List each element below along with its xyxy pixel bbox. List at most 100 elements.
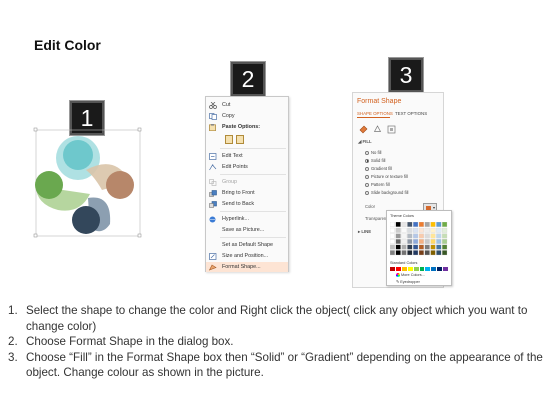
theme-color-swatch[interactable] bbox=[442, 233, 448, 239]
theme-color-swatch[interactable] bbox=[401, 233, 407, 239]
theme-color-swatch[interactable] bbox=[442, 244, 448, 250]
navy-circle-shape[interactable] bbox=[72, 206, 100, 234]
standard-color-swatch[interactable] bbox=[413, 267, 419, 271]
theme-color-swatch[interactable] bbox=[442, 239, 448, 244]
effects-icon[interactable] bbox=[373, 121, 382, 132]
line-section-header[interactable]: ▸ LINE bbox=[358, 229, 371, 235]
theme-color-swatch[interactable] bbox=[390, 233, 395, 239]
theme-color-swatch[interactable] bbox=[413, 222, 419, 227]
radio-button[interactable] bbox=[365, 150, 369, 155]
theme-color-swatch[interactable] bbox=[418, 239, 424, 244]
fill-option-pattern[interactable]: Pattern fill bbox=[365, 182, 390, 187]
theme-color-swatch[interactable] bbox=[390, 239, 395, 244]
theme-color-swatch[interactable] bbox=[424, 244, 430, 250]
theme-color-swatch[interactable] bbox=[401, 250, 407, 256]
menu-item-size-position[interactable]: Size and Position... bbox=[206, 251, 288, 261]
theme-color-swatch[interactable] bbox=[430, 239, 436, 244]
resize-handle[interactable] bbox=[33, 127, 38, 132]
resize-handle[interactable] bbox=[137, 233, 142, 238]
theme-color-swatch[interactable] bbox=[418, 222, 424, 227]
theme-color-swatch[interactable] bbox=[401, 239, 407, 244]
theme-color-swatch[interactable] bbox=[418, 227, 424, 233]
theme-color-swatch[interactable] bbox=[430, 222, 436, 227]
menu-item-format-shape[interactable]: Format Shape... bbox=[206, 262, 288, 272]
standard-color-swatch[interactable] bbox=[419, 267, 425, 271]
radio-button[interactable] bbox=[365, 190, 369, 195]
theme-color-swatch[interactable] bbox=[395, 239, 401, 244]
fill-option-solid[interactable]: Solid fill bbox=[365, 158, 385, 163]
theme-color-swatch[interactable] bbox=[395, 244, 401, 250]
paste-keep-formatting-icon[interactable] bbox=[225, 135, 233, 144]
theme-color-swatch[interactable] bbox=[418, 244, 424, 250]
size-properties-icon[interactable] bbox=[387, 121, 396, 134]
theme-color-swatch[interactable] bbox=[413, 244, 419, 250]
standard-color-swatch[interactable] bbox=[390, 267, 395, 271]
theme-color-swatch[interactable] bbox=[436, 222, 442, 227]
fill-option-picture[interactable]: Picture or texture fill bbox=[365, 174, 408, 179]
menu-item-hyperlink[interactable]: Hyperlink... bbox=[206, 214, 288, 224]
theme-color-swatch[interactable] bbox=[424, 250, 430, 256]
theme-color-swatch[interactable] bbox=[395, 222, 401, 227]
fill-option-no-fill[interactable]: No fill bbox=[365, 150, 381, 155]
fill-option-slide-background[interactable]: Slide background fill bbox=[365, 190, 408, 195]
menu-item-cut[interactable]: Cut bbox=[206, 100, 288, 110]
resize-handle[interactable] bbox=[33, 233, 38, 238]
theme-color-swatch[interactable] bbox=[390, 244, 395, 250]
theme-color-swatch[interactable] bbox=[407, 239, 413, 244]
standard-color-swatch[interactable] bbox=[425, 267, 431, 271]
menu-item-send-to-back[interactable]: Send to Back bbox=[206, 199, 288, 209]
resize-handle[interactable] bbox=[137, 127, 142, 132]
theme-color-swatch[interactable] bbox=[407, 227, 413, 233]
theme-color-swatch[interactable] bbox=[442, 250, 448, 256]
radio-button-selected[interactable] bbox=[365, 158, 369, 163]
theme-color-swatch[interactable] bbox=[390, 222, 395, 227]
theme-color-swatch[interactable] bbox=[395, 233, 401, 239]
shapes-canvas[interactable] bbox=[32, 124, 144, 244]
theme-color-swatch[interactable] bbox=[430, 250, 436, 256]
teal-circle-shape[interactable] bbox=[63, 140, 93, 170]
standard-color-swatch[interactable] bbox=[431, 267, 437, 271]
paste-picture-icon[interactable] bbox=[236, 135, 244, 144]
theme-color-swatch[interactable] bbox=[424, 233, 430, 239]
theme-color-swatch[interactable] bbox=[413, 227, 419, 233]
theme-color-swatch[interactable] bbox=[424, 239, 430, 244]
tab-shape-options[interactable]: SHAPE OPTIONS bbox=[357, 111, 393, 116]
theme-color-swatch[interactable] bbox=[436, 244, 442, 250]
theme-color-swatch[interactable] bbox=[413, 233, 419, 239]
theme-color-grid[interactable] bbox=[390, 222, 448, 256]
theme-color-swatch[interactable] bbox=[424, 222, 430, 227]
radio-button[interactable] bbox=[365, 174, 369, 179]
menu-item-set-default-shape[interactable]: Set as Default Shape bbox=[206, 240, 288, 250]
theme-color-swatch[interactable] bbox=[436, 227, 442, 233]
radio-button[interactable] bbox=[365, 166, 369, 171]
standard-color-swatch[interactable] bbox=[395, 267, 401, 271]
theme-color-swatch[interactable] bbox=[407, 250, 413, 256]
theme-color-swatch[interactable] bbox=[413, 250, 419, 256]
standard-color-swatch[interactable] bbox=[407, 267, 413, 271]
theme-color-swatch[interactable] bbox=[401, 244, 407, 250]
green-circle-shape[interactable] bbox=[35, 171, 63, 199]
theme-color-swatch[interactable] bbox=[407, 233, 413, 239]
theme-color-swatch[interactable] bbox=[395, 227, 401, 233]
theme-color-swatch[interactable] bbox=[401, 222, 407, 227]
fill-line-icon[interactable] bbox=[359, 121, 368, 134]
theme-color-swatch[interactable] bbox=[442, 222, 448, 227]
theme-color-swatch[interactable] bbox=[407, 244, 413, 250]
radio-button[interactable] bbox=[365, 182, 369, 187]
theme-color-swatch[interactable] bbox=[442, 227, 448, 233]
shapes-group[interactable] bbox=[32, 124, 144, 244]
more-colors-link[interactable]: More Colors... bbox=[396, 273, 425, 277]
theme-color-swatch[interactable] bbox=[407, 222, 413, 227]
eyedropper-link[interactable]: ✎ Eyedropper bbox=[396, 279, 420, 284]
theme-color-swatch[interactable] bbox=[401, 227, 407, 233]
theme-color-swatch[interactable] bbox=[390, 250, 395, 256]
menu-item-edit-points[interactable]: Edit Points bbox=[206, 162, 288, 172]
theme-color-swatch[interactable] bbox=[418, 250, 424, 256]
menu-item-edit-text[interactable]: Edit Text bbox=[206, 151, 288, 161]
theme-color-swatch[interactable] bbox=[390, 227, 395, 233]
theme-color-swatch[interactable] bbox=[430, 244, 436, 250]
theme-color-swatch[interactable] bbox=[418, 233, 424, 239]
theme-color-swatch[interactable] bbox=[424, 227, 430, 233]
theme-color-swatch[interactable] bbox=[395, 250, 401, 256]
fill-option-gradient[interactable]: Gradient fill bbox=[365, 166, 392, 171]
